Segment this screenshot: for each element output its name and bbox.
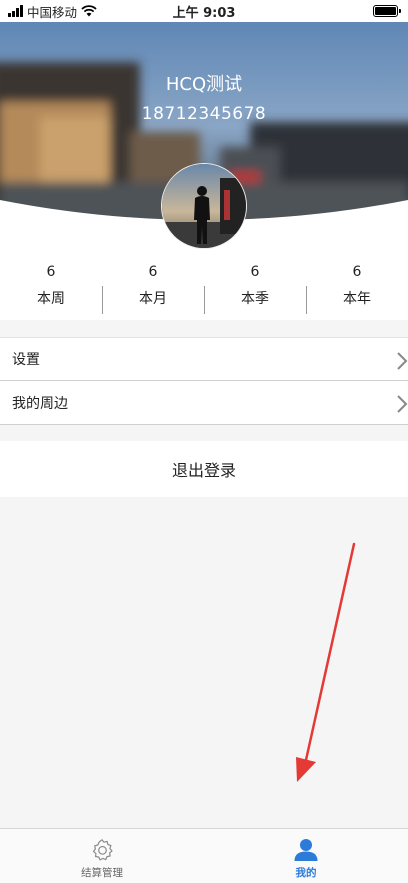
avatar[interactable] (161, 163, 247, 249)
menu-item-settings[interactable]: 设置 (0, 337, 408, 381)
tab-bar: 结算管理 我的 (0, 828, 408, 883)
status-bar: 中国移动 上午 9:03 (0, 0, 408, 22)
battery-icon (373, 5, 401, 17)
stat-label: 本月 (139, 291, 167, 307)
user-icon (294, 839, 318, 861)
menu-item-label: 设置 (12, 352, 40, 368)
chevron-right-icon (397, 352, 408, 370)
stat-value: 6 (352, 264, 362, 280)
stat-month[interactable]: 6 本月 (102, 264, 204, 314)
stat-quarter[interactable]: 6 本季 (204, 264, 306, 314)
stats-row: 6 本周 6 本月 6 本季 6 本年 (0, 254, 408, 320)
stat-label: 本年 (343, 291, 371, 307)
tab-mine[interactable]: 我的 (204, 829, 408, 883)
stat-value: 6 (250, 264, 260, 280)
stat-value: 6 (46, 264, 56, 280)
stat-year[interactable]: 6 本年 (306, 264, 408, 314)
settings-menu: 设置 我的周边 (0, 337, 408, 425)
stat-week[interactable]: 6 本周 (0, 264, 102, 310)
menu-item-nearby[interactable]: 我的周边 (0, 381, 408, 425)
wifi-icon (81, 5, 97, 17)
status-time: 上午 9:03 (172, 5, 236, 21)
tab-label: 我的 (295, 867, 317, 879)
logout-button[interactable]: 退出登录 (0, 441, 408, 497)
chevron-right-icon (397, 395, 408, 413)
stat-label: 本季 (241, 291, 269, 307)
gear-icon (92, 839, 113, 861)
profile-name: HCQ测试 (165, 74, 243, 95)
carrier-label: 中国移动 (27, 4, 78, 20)
stat-value: 6 (148, 264, 158, 280)
signal-icon (8, 5, 23, 17)
tab-settlement[interactable]: 结算管理 (0, 829, 204, 883)
tab-label: 结算管理 (81, 867, 123, 879)
menu-item-label: 我的周边 (12, 395, 68, 412)
stat-label: 本周 (37, 291, 65, 307)
profile-phone: 18712345678 (141, 104, 267, 124)
